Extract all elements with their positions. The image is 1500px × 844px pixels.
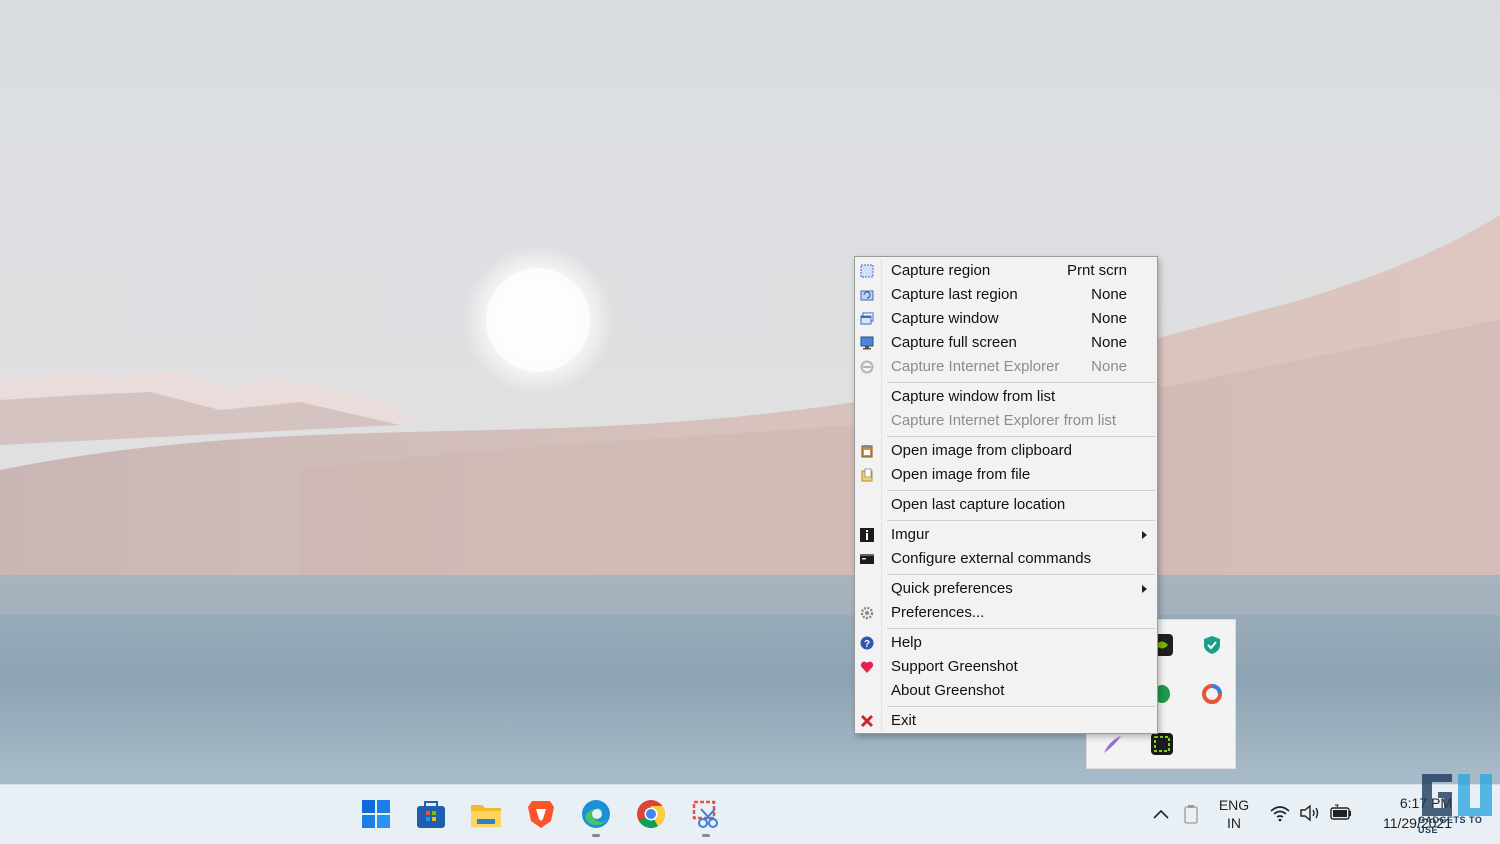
menu-item-label: Open image from file [891,466,1031,483]
heart-icon [860,660,874,674]
menu-item-capture-full-screen[interactable]: Capture full screen None [855,331,1157,355]
menu-item-open-image-from-file[interactable]: Open image from file [855,463,1157,487]
menu-separator [887,382,1155,383]
capture-last-region-icon [860,288,874,302]
edge-browser-icon[interactable] [579,797,613,831]
menu-item-about-greenshot[interactable]: About Greenshot [855,679,1157,703]
clipboard-tray-icon[interactable] [1184,804,1198,824]
greenshot-context-menu: Capture region Prnt scrn Capture last re… [854,256,1158,734]
menu-item-configure-external-commands[interactable]: Configure external commands [855,547,1157,571]
menu-separator [887,628,1155,629]
menu-item-imgur[interactable]: Imgur [855,523,1157,547]
menu-separator [887,436,1155,437]
capture-window-icon [860,312,874,326]
submenu-arrow-icon [1142,585,1147,593]
menu-item-capture-region[interactable]: Capture region Prnt scrn [855,259,1157,283]
menu-item-capture-internet-explorer[interactable]: Capture Internet Explorer None [855,355,1157,379]
language-region: IN [1227,815,1241,831]
clipboard-icon [860,444,874,458]
desktop-wallpaper [0,0,1500,784]
chrome-browser-icon[interactable] [634,797,668,831]
snipping-tool-icon[interactable] [689,797,723,831]
internet-explorer-icon [860,360,874,374]
watermark-text: GADGETS TO USE [1418,815,1483,835]
menu-item-open-image-from-clipboard[interactable]: Open image from clipboard [855,439,1157,463]
security-shield-icon[interactable] [1201,634,1223,656]
file-explorer-icon[interactable] [469,797,503,831]
windows-start-icon[interactable] [359,797,393,831]
menu-item-label: Capture region [891,262,991,279]
menu-item-capture-window-from-list[interactable]: Capture window from list [855,385,1157,409]
menu-item-exit[interactable]: Exit [855,709,1157,733]
running-indicator [592,834,600,837]
language-code: ENG [1218,797,1250,813]
menu-item-label: Capture Internet Explorer [891,358,1060,375]
battery-charging-icon[interactable] [1329,804,1353,822]
submenu-arrow-icon [1142,531,1147,539]
imgur-icon [860,528,874,542]
chevron-up-icon[interactable] [1152,807,1170,821]
menu-item-label: Help [891,634,922,651]
language-indicator[interactable]: ENG IN [1214,797,1254,831]
edge-sync-icon[interactable] [1201,683,1223,705]
gear-icon [860,606,874,620]
menu-item-capture-ie-from-list[interactable]: Capture Internet Explorer from list [855,409,1157,433]
menu-separator [887,706,1155,707]
menu-item-label: Capture Internet Explorer from list [891,412,1117,429]
menu-item-label: Support Greenshot [891,658,1018,675]
open-file-icon [860,468,874,482]
menu-item-shortcut: Prnt scrn [1066,262,1127,279]
menu-item-label: Capture last region [891,286,1018,303]
menu-item-label: Open last capture location [891,496,1066,513]
menu-item-open-last-capture-location[interactable]: Open last capture location [855,493,1157,517]
capture-full-screen-icon [860,336,874,350]
menu-item-support-greenshot[interactable]: Support Greenshot [855,655,1157,679]
menu-item-label: Capture window [891,310,999,327]
taskbar: ENG IN 6:17 PM 11/29/2021 [0,784,1500,844]
microsoft-store-icon[interactable] [414,797,448,831]
menu-item-shortcut: None [1091,310,1127,327]
capture-region-icon [860,264,874,278]
menu-item-shortcut: None [1091,334,1127,351]
menu-item-label: Capture full screen [891,334,1017,351]
menu-separator [887,574,1155,575]
menu-item-label: Imgur [891,526,930,543]
running-indicator [702,834,710,837]
menu-item-label: Configure external commands [891,550,1092,567]
exit-x-icon [860,714,874,728]
menu-item-label: Open image from clipboard [891,442,1072,459]
menu-separator [887,520,1155,521]
menu-item-shortcut: None [1091,358,1127,375]
menu-item-quick-preferences[interactable]: Quick preferences [855,577,1157,601]
menu-item-preferences[interactable]: Preferences... [855,601,1157,625]
menu-separator [887,490,1155,491]
menu-item-label: About Greenshot [891,682,1005,699]
menu-item-label: Quick preferences [891,580,1013,597]
command-window-icon [860,552,874,566]
menu-item-label: Preferences... [891,604,985,621]
help-icon: ? [860,636,874,650]
menu-item-label: Capture window from list [891,388,1056,405]
volume-icon[interactable] [1299,804,1321,822]
menu-item-shortcut: None [1091,286,1127,303]
menu-item-capture-window[interactable]: Capture window None [855,307,1157,331]
menu-item-help[interactable]: ? Help [855,631,1157,655]
wifi-icon[interactable] [1269,804,1291,822]
greenshot-icon[interactable] [1151,733,1173,755]
menu-item-capture-last-region[interactable]: Capture last region None [855,283,1157,307]
feather-icon[interactable] [1101,733,1123,755]
svg-text:?: ? [864,639,870,650]
brave-browser-icon[interactable] [524,797,558,831]
menu-item-label: Exit [891,712,917,729]
